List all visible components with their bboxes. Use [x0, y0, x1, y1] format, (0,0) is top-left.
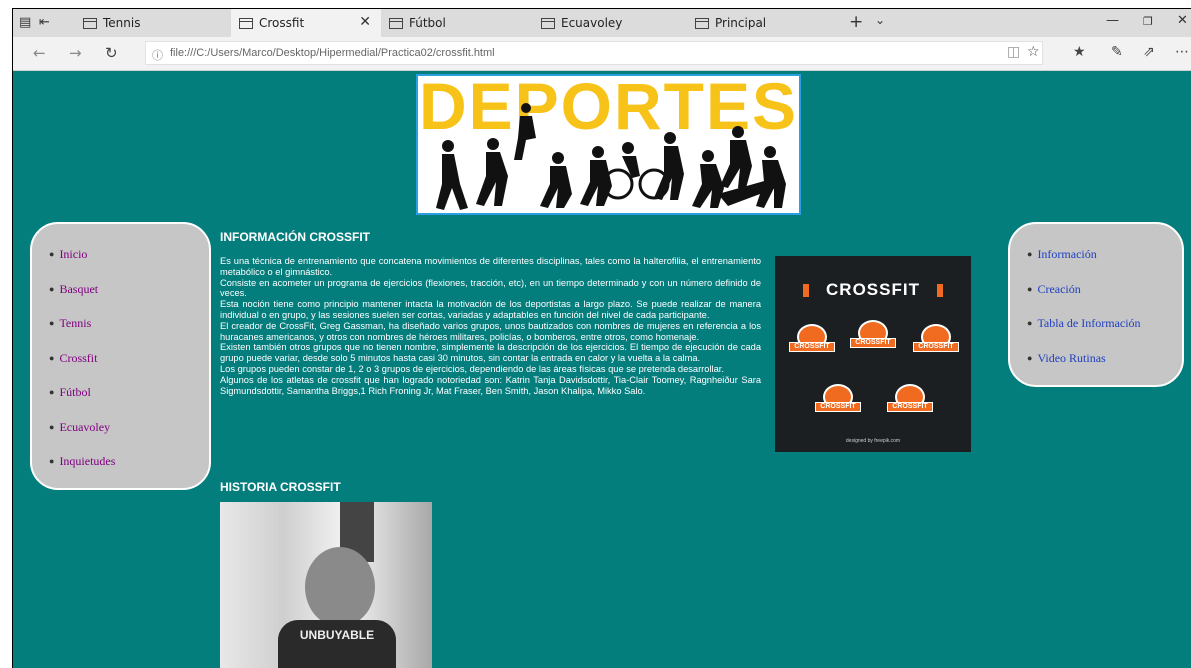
info-paragraph: Los grupos pueden constar de 1, 2 o 3 gr…	[220, 363, 724, 374]
star-icon[interactable]: ☆	[1027, 44, 1040, 60]
crossfit-badge-icon: CROSSFIT	[887, 380, 933, 420]
reading-view-icon[interactable]: ◫	[1007, 44, 1020, 60]
info-paragraph: Existen también otros grupos que no tien…	[220, 342, 761, 364]
tab-futbol[interactable]: Fútbol	[385, 9, 535, 37]
nav-item-creacion: ● Creación	[1027, 282, 1081, 297]
title-bar-icon	[937, 284, 943, 297]
crossfit-badge-icon: CROSSFIT	[789, 320, 835, 360]
tab-preview-icon[interactable]: ⇤	[39, 15, 50, 30]
sports-silhouettes-icon	[436, 103, 786, 210]
tab-actions-icon[interactable]: ▤	[19, 15, 31, 30]
info-text: Es una técnica de entrenamiento que conc…	[220, 256, 761, 396]
left-navigation: ● Inicio ● Basquet ● Tennis ● Crossfit ● Fútb…	[30, 222, 211, 490]
tab-tennis[interactable]: Tennis	[81, 9, 231, 37]
tab-ecuavoley[interactable]: Ecuavoley	[539, 9, 689, 37]
page-icon	[541, 17, 555, 29]
refresh-icon[interactable]: ↻	[105, 44, 118, 62]
tab-label: Tennis	[103, 16, 141, 30]
info-paragraph: Algunos de los atletas de crossfit que h…	[220, 374, 761, 396]
nav-item-futbol: ● Fútbol	[49, 385, 91, 400]
bullet-icon: ●	[49, 422, 55, 432]
tab-label: Crossfit	[259, 16, 305, 30]
bullet-icon: ●	[1027, 249, 1033, 259]
history-photo: UNBUYABLE	[220, 502, 432, 668]
bullet-icon: ●	[1027, 318, 1033, 328]
nav-item-informacion: ● Información	[1027, 247, 1097, 262]
browser-window: ▤ ⇤ Tennis Crossfit ✕ Fútbol Ecuavoley P…	[12, 8, 1191, 668]
nav-item-inicio: ● Inicio	[49, 247, 87, 262]
tab-label: Ecuavoley	[561, 16, 623, 30]
page-icon	[389, 17, 403, 29]
more-icon[interactable]: ⋯	[1175, 44, 1189, 60]
nav-link-informacion[interactable]: Información	[1037, 247, 1096, 261]
nav-item-video-rutinas: ● Video Rutinas	[1027, 351, 1106, 366]
nav-link-video-rutinas[interactable]: Video Rutinas	[1037, 351, 1105, 365]
crossfit-badge-icon: CROSSFIT	[815, 380, 861, 420]
bullet-icon: ●	[49, 249, 55, 259]
url-text: file:///C:/Users/Marco/Desktop/Hipermedi…	[170, 47, 495, 59]
crossfit-image: CROSSFIT CROSSFIT CROSSFIT CROSSFIT CROS…	[775, 256, 971, 452]
page-viewport: DEPORTES ● Inicio ● Basquet ● Tennis ● C…	[13, 71, 1191, 668]
info-paragraph: Es una técnica de entrenamiento que conc…	[220, 256, 761, 277]
bullet-icon: ●	[49, 318, 55, 328]
nav-link-ecuavoley[interactable]: Ecuavoley	[59, 420, 110, 434]
close-tab-icon[interactable]: ✕	[359, 14, 371, 30]
nav-link-inicio[interactable]: Inicio	[59, 247, 87, 261]
minimize-icon[interactable]: —	[1106, 13, 1119, 28]
info-paragraph: El creador de CrossFit, Greg Gassman, ha…	[220, 320, 761, 342]
info-paragraph: Esta noción tiene como principio mantene…	[220, 299, 761, 320]
tab-bar: ▤ ⇤ Tennis Crossfit ✕ Fútbol Ecuavoley P…	[13, 9, 1191, 37]
tab-crossfit[interactable]: Crossfit ✕	[231, 9, 381, 37]
nav-item-tennis: ● Tennis	[49, 316, 91, 331]
page-icon	[239, 17, 253, 29]
tab-label: Fútbol	[409, 16, 446, 30]
back-arrow-icon[interactable]: ←	[33, 44, 46, 62]
tab-label: Principal	[715, 16, 767, 30]
image-credit: designed by freepik.com	[845, 438, 901, 444]
nav-link-inquietudes[interactable]: Inquietudes	[59, 454, 115, 468]
bullet-icon: ●	[49, 284, 55, 294]
bullet-icon: ●	[49, 456, 55, 466]
history-heading: HISTORIA CROSSFIT	[220, 480, 341, 494]
bullet-icon: ●	[1027, 353, 1033, 363]
page-icon	[695, 17, 709, 29]
url-input[interactable]: ⓘ file:///C:/Users/Marco/Desktop/Hiperme…	[145, 41, 1043, 65]
info-heading: INFORMACIÓN CROSSFIT	[220, 230, 370, 244]
share-icon[interactable]: ⇗	[1143, 44, 1155, 60]
favorites-list-icon[interactable]: ★	[1073, 44, 1086, 60]
nav-item-tabla: ● Tabla de Información	[1027, 316, 1141, 331]
nav-item-basquet: ● Basquet	[49, 282, 98, 297]
close-window-icon[interactable]: ✕	[1177, 13, 1188, 28]
person-head-icon	[305, 547, 375, 627]
crossfit-badge-icon: CROSSFIT	[913, 320, 959, 360]
bullet-icon: ●	[49, 353, 55, 363]
tab-principal[interactable]: Principal	[693, 9, 843, 37]
info-paragraph: Consiste en acometer un programa de ejer…	[220, 277, 761, 299]
pen-icon[interactable]: ✎	[1111, 44, 1123, 60]
crossfit-badge-icon: CROSSFIT	[850, 316, 896, 356]
shirt-text: UNBUYABLE	[299, 628, 375, 642]
banner-image: DEPORTES	[416, 74, 801, 215]
address-bar: ← → ↻ ⓘ file:///C:/Users/Marco/Desktop/H…	[13, 37, 1191, 71]
nav-item-ecuavoley: ● Ecuavoley	[49, 420, 110, 435]
nav-item-crossfit: ● Crossfit	[49, 351, 97, 366]
right-navigation: ● Información ● Creación ● Tabla de Informa…	[1008, 222, 1184, 387]
bullet-icon: ●	[49, 387, 55, 397]
info-section: INFORMACIÓN CROSSFIT	[220, 230, 770, 244]
page-icon	[83, 17, 97, 29]
nav-link-futbol[interactable]: Fútbol	[59, 385, 90, 399]
nav-link-tabla[interactable]: Tabla de Información	[1037, 316, 1140, 330]
nav-item-inquietudes: ● Inquietudes	[49, 454, 115, 469]
bullet-icon: ●	[1027, 284, 1033, 294]
info-icon[interactable]: ⓘ	[152, 47, 163, 63]
nav-link-basquet[interactable]: Basquet	[59, 282, 98, 296]
nav-link-tennis[interactable]: Tennis	[59, 316, 91, 330]
forward-arrow-icon[interactable]: →	[69, 44, 82, 62]
restore-icon[interactable]: ❐	[1143, 15, 1153, 28]
new-tab-icon[interactable]: +	[849, 12, 863, 32]
chevron-down-icon[interactable]: ⌄	[875, 13, 885, 27]
nav-link-crossfit[interactable]: Crossfit	[59, 351, 97, 365]
nav-link-creacion[interactable]: Creación	[1037, 282, 1080, 296]
